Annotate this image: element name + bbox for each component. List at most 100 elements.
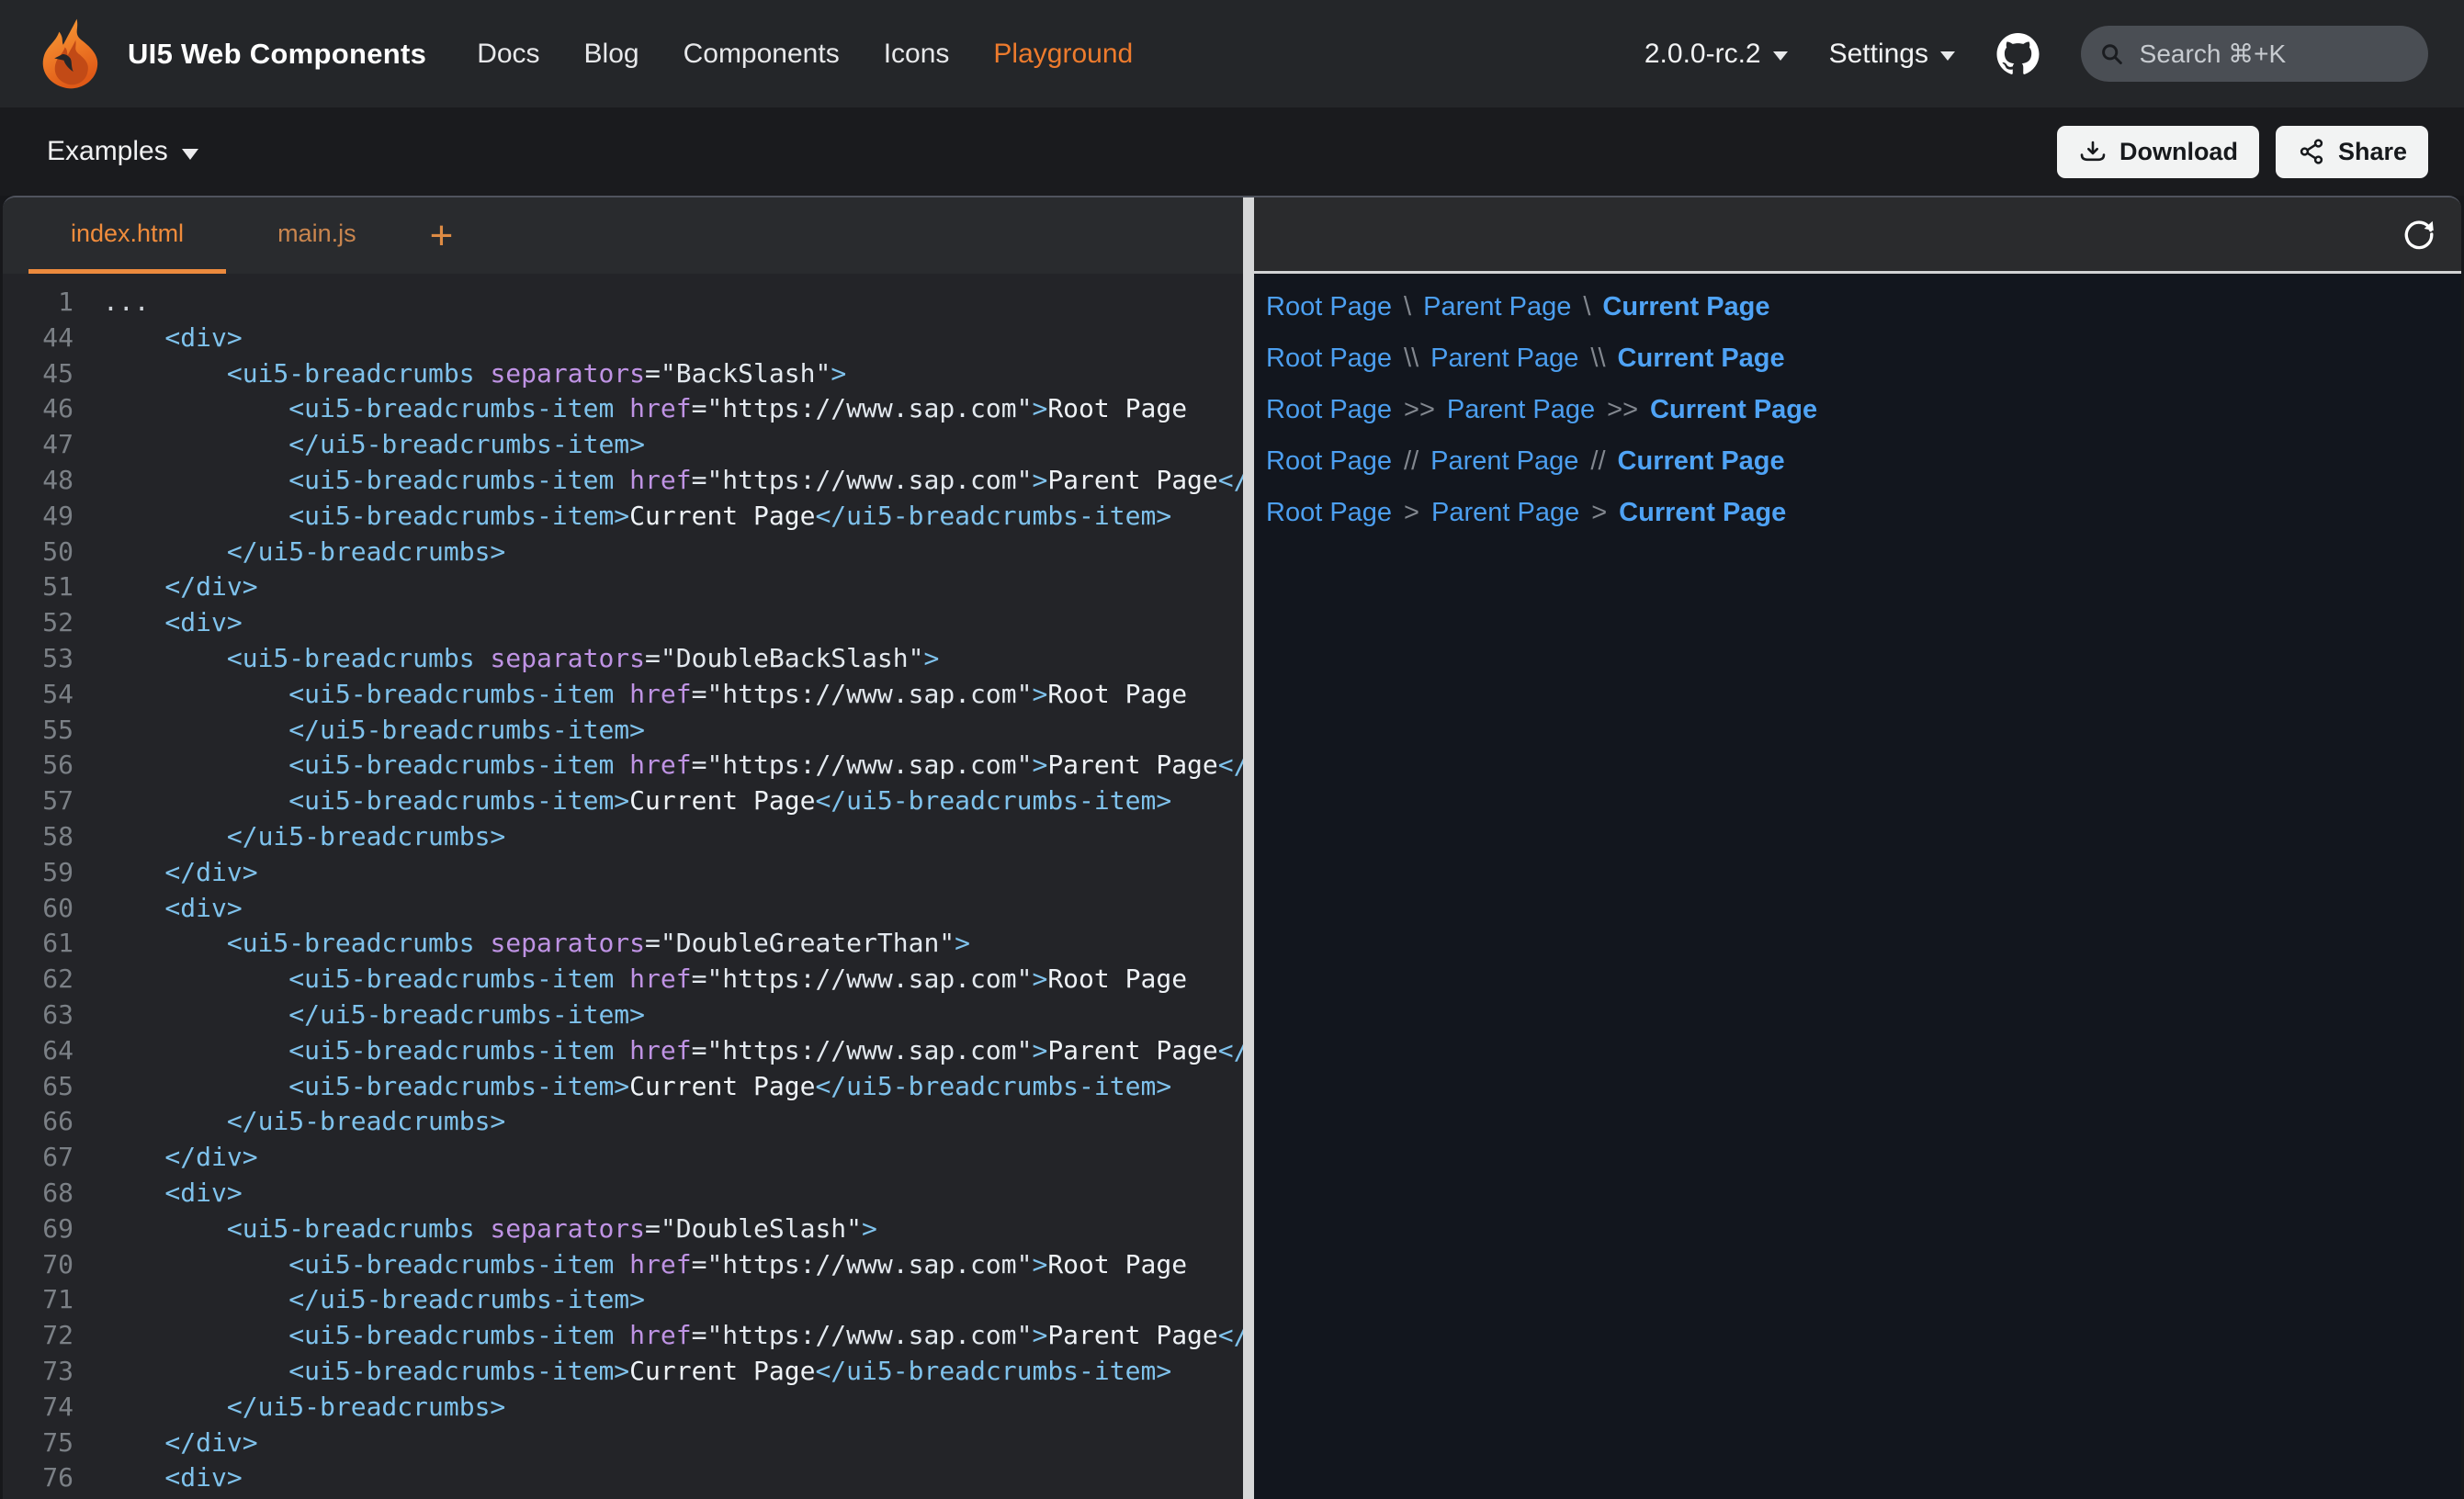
code-line: 53 <ui5-breadcrumbs separators="DoubleBa… xyxy=(3,641,1243,677)
share-icon xyxy=(2297,137,2326,166)
chevron-down-icon xyxy=(1773,51,1788,61)
nav-docs[interactable]: Docs xyxy=(477,39,539,70)
code-line: 67 </div> xyxy=(3,1140,1243,1176)
main-nav: Docs Blog Components Icons Playground xyxy=(477,39,1133,70)
nav-playground[interactable]: Playground xyxy=(993,39,1133,70)
code-line: 65 <ui5-breadcrumbs-item>Current Page</u… xyxy=(3,1069,1243,1105)
line-number: 74 xyxy=(3,1390,73,1426)
breadcrumb-link[interactable]: Parent Page xyxy=(1431,498,1579,528)
line-number: 67 xyxy=(3,1140,73,1176)
search-input[interactable] xyxy=(2138,39,2410,70)
line-number: 54 xyxy=(3,677,73,713)
chevron-down-icon xyxy=(1940,51,1955,61)
code-line: 63 </ui5-breadcrumbs-item> xyxy=(3,997,1243,1033)
refresh-button[interactable] xyxy=(2401,216,2437,253)
brand-title: UI5 Web Components xyxy=(128,38,426,71)
code-line: 58 </ui5-breadcrumbs> xyxy=(3,819,1243,855)
breadcrumb-link[interactable]: Parent Page xyxy=(1430,344,1578,374)
breadcrumb-separator: > xyxy=(1404,498,1419,528)
code-line: 71 </ui5-breadcrumbs-item> xyxy=(3,1282,1243,1318)
add-tab-button[interactable]: + xyxy=(417,197,467,274)
tab-index-html[interactable]: index.html xyxy=(28,197,226,274)
examples-label: Examples xyxy=(47,136,168,167)
breadcrumb-separator: // xyxy=(1590,446,1605,477)
line-number: 59 xyxy=(3,855,73,891)
breadcrumb-current: Current Page xyxy=(1619,498,1786,528)
breadcrumb-link[interactable]: Parent Page xyxy=(1430,446,1578,477)
line-code: <div> xyxy=(103,605,243,641)
line-number: 44 xyxy=(3,321,73,356)
pane-resize-handle[interactable] xyxy=(1243,197,1254,1499)
line-code: </div> xyxy=(103,855,258,891)
nav-blog[interactable]: Blog xyxy=(584,39,639,70)
download-button[interactable]: Download xyxy=(2057,126,2259,178)
version-dropdown[interactable]: 2.0.0-rc.2 xyxy=(1645,39,1788,70)
line-code: <div> xyxy=(103,1460,243,1496)
code-line: 48 <ui5-breadcrumbs-item href="https://w… xyxy=(3,463,1243,499)
code-line: 68 <div> xyxy=(3,1176,1243,1212)
github-link[interactable] xyxy=(1996,33,2040,75)
line-code: </ui5-breadcrumbs-item> xyxy=(103,713,645,749)
editor-pane: index.html main.js + 1...44 <div>45 <ui5… xyxy=(3,197,1243,1499)
code-line: 45 <ui5-breadcrumbs separators="BackSlas… xyxy=(3,356,1243,392)
line-code: <ui5-breadcrumbs-item href="https://www.… xyxy=(103,1033,1243,1069)
breadcrumb-row: Root Page > Parent Page > Current Page xyxy=(1266,487,2461,538)
line-code: </ui5-breadcrumbs> xyxy=(103,819,505,855)
nav-icons[interactable]: Icons xyxy=(884,39,950,70)
line-code: </ui5-breadcrumbs-item> xyxy=(103,427,645,463)
line-number: 75 xyxy=(3,1426,73,1461)
breadcrumb-current: Current Page xyxy=(1602,292,1769,322)
share-button[interactable]: Share xyxy=(2276,126,2428,178)
breadcrumb-link[interactable]: Root Page xyxy=(1266,446,1392,477)
preview-topbar xyxy=(1254,197,2461,274)
code-line: 46 <ui5-breadcrumbs-item href="https://w… xyxy=(3,391,1243,427)
line-code: <ui5-breadcrumbs-item href="https://www.… xyxy=(103,463,1243,499)
breadcrumb-link[interactable]: Root Page xyxy=(1266,498,1392,528)
line-code: <ui5-breadcrumbs separators="DoubleGreat… xyxy=(103,926,970,962)
line-number: 46 xyxy=(3,391,73,427)
breadcrumb-link[interactable]: Root Page xyxy=(1266,395,1392,425)
settings-dropdown[interactable]: Settings xyxy=(1829,39,1955,70)
breadcrumb-row: Root Page\Parent Page\Current Page xyxy=(1266,281,2461,332)
breadcrumb-separator: >> xyxy=(1404,395,1435,425)
nav-components[interactable]: Components xyxy=(684,39,840,70)
code-editor[interactable]: 1...44 <div>45 <ui5-breadcrumbs separato… xyxy=(3,274,1243,1499)
code-line: 76 <div> xyxy=(3,1460,1243,1496)
line-code: <ui5-breadcrumbs-item href="https://www.… xyxy=(103,748,1243,783)
line-number: 53 xyxy=(3,641,73,677)
line-number: 45 xyxy=(3,356,73,392)
line-code: </div> xyxy=(103,1426,258,1461)
line-code: <ui5-breadcrumbs-item href="https://www.… xyxy=(103,962,1187,997)
line-code: <ui5-breadcrumbs-item>Current Page</ui5-… xyxy=(103,1069,1171,1105)
line-number: 1 xyxy=(3,285,73,321)
search-icon xyxy=(2099,39,2125,69)
breadcrumb-link[interactable]: Parent Page xyxy=(1447,395,1595,425)
line-code: <ui5-breadcrumbs-item>Current Page</ui5-… xyxy=(103,499,1171,535)
breadcrumb-separator: > xyxy=(1591,498,1607,528)
breadcrumb-link[interactable]: Root Page xyxy=(1266,292,1392,322)
line-number: 69 xyxy=(3,1212,73,1247)
line-number: 51 xyxy=(3,569,73,605)
line-code: <ui5-breadcrumbs-item href="https://www.… xyxy=(103,677,1187,713)
line-number: 47 xyxy=(3,427,73,463)
code-line: 44 <div> xyxy=(3,321,1243,356)
line-number: 60 xyxy=(3,891,73,927)
brand-home-link[interactable]: UI5 Web Components xyxy=(37,17,426,92)
breadcrumb-link[interactable]: Root Page xyxy=(1266,344,1392,374)
line-number: 68 xyxy=(3,1176,73,1212)
line-code: <ui5-breadcrumbs-item href="https://www.… xyxy=(103,1318,1243,1354)
line-code: ... xyxy=(103,285,150,321)
code-line: 49 <ui5-breadcrumbs-item>Current Page</u… xyxy=(3,499,1243,535)
download-icon xyxy=(2078,137,2108,166)
examples-dropdown[interactable]: Examples xyxy=(47,136,198,167)
line-code: <ui5-breadcrumbs separators="DoubleSlash… xyxy=(103,1212,877,1247)
breadcrumb-link[interactable]: Parent Page xyxy=(1423,292,1571,322)
tab-main-js[interactable]: main.js xyxy=(235,197,399,274)
app-header: UI5 Web Components Docs Blog Components … xyxy=(0,0,2464,107)
breadcrumb-separator: \\ xyxy=(1404,344,1418,374)
editor-tabstrip: index.html main.js + xyxy=(3,197,1243,274)
version-label: 2.0.0-rc.2 xyxy=(1645,39,1761,70)
line-number: 73 xyxy=(3,1354,73,1390)
code-line: 75 </div> xyxy=(3,1426,1243,1461)
line-number: 62 xyxy=(3,962,73,997)
